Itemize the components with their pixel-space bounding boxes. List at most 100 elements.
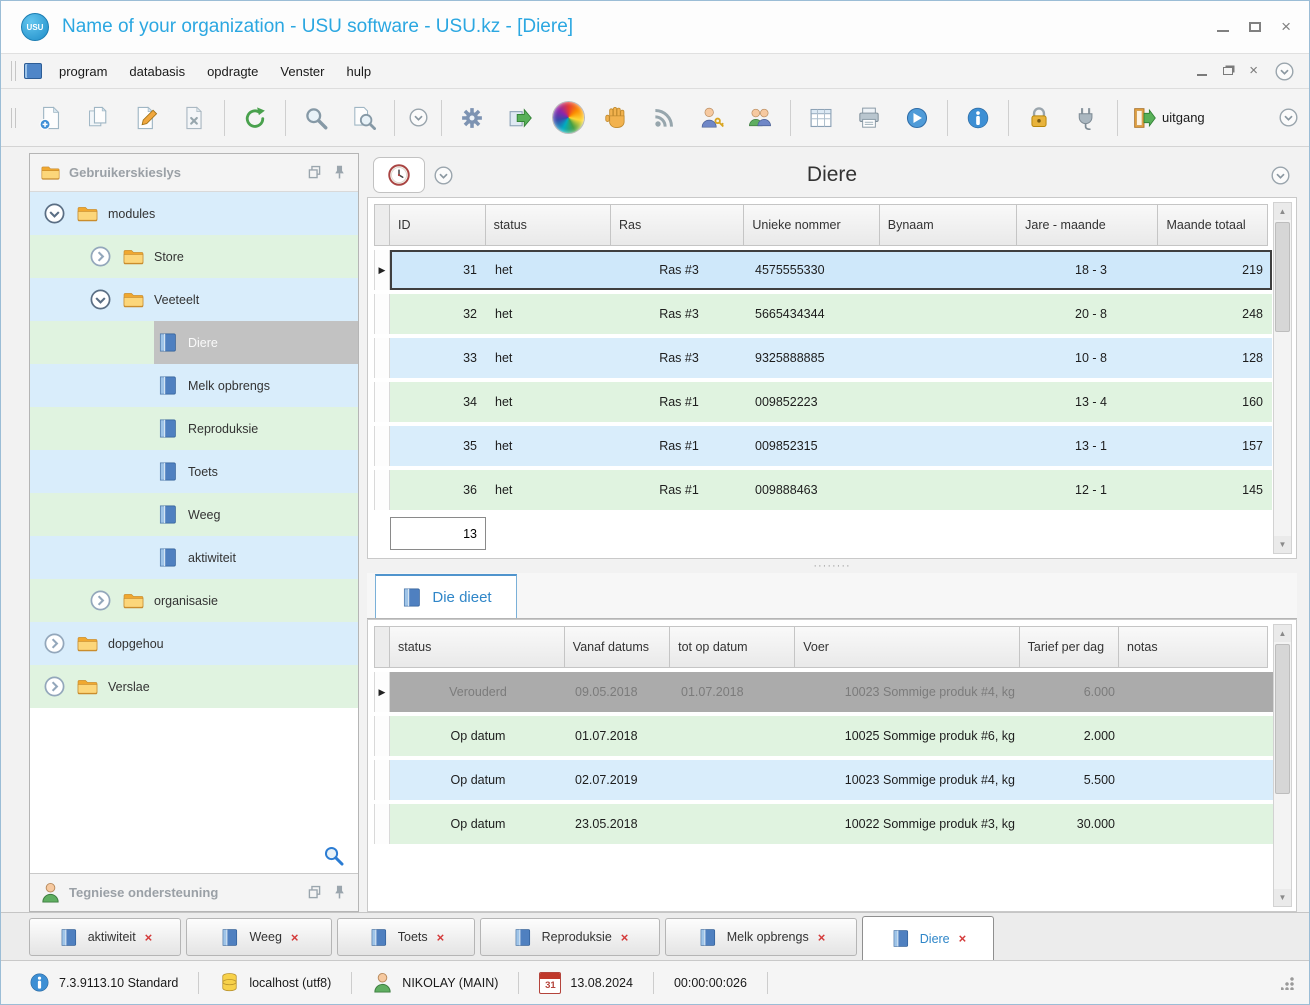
toolbar-chevron-circle-icon[interactable]: [1278, 107, 1299, 128]
search-icon[interactable]: [323, 845, 344, 866]
column-header-id[interactable]: ID: [390, 204, 486, 246]
scrollbar-thumb[interactable]: [1275, 222, 1290, 332]
float-panel-icon[interactable]: [306, 164, 323, 181]
close-tab-icon[interactable]: [291, 931, 299, 944]
float-panel-icon[interactable]: [306, 884, 323, 901]
time-tracking-button[interactable]: [373, 157, 425, 193]
table-grid-icon[interactable]: [799, 95, 843, 141]
expand-icon[interactable]: [42, 632, 66, 656]
tab-melk-opbrengs[interactable]: Melk opbrengs: [665, 918, 857, 956]
tree-item-dopgehou[interactable]: dopgehou: [30, 622, 358, 665]
window-menu-icon[interactable]: [24, 63, 42, 79]
column-header-status[interactable]: status: [390, 626, 565, 668]
panel-splitter[interactable]: [367, 559, 1297, 573]
tree-item-reproduksie[interactable]: Reproduksie: [30, 407, 358, 450]
pin-panel-icon[interactable]: [331, 164, 348, 181]
mdi-minimize-icon[interactable]: [1197, 74, 1208, 76]
column-header-tot-op-datum[interactable]: tot op datum: [670, 626, 796, 668]
column-header-maande-totaal[interactable]: Maande totaal: [1158, 204, 1268, 246]
close-tab-icon[interactable]: [818, 931, 826, 944]
table-row[interactable]: 32 het Ras #3 5665434344 20 - 8 248: [374, 294, 1272, 334]
mdi-close-icon[interactable]: [1249, 66, 1258, 76]
id-filter-input[interactable]: [390, 517, 486, 550]
connection-plug-icon[interactable]: [1065, 95, 1109, 141]
maximize-icon[interactable]: [1249, 21, 1262, 32]
column-header-notas[interactable]: notas: [1119, 626, 1268, 668]
menu-venster[interactable]: Venster: [269, 59, 335, 84]
column-header-unieke-nommer[interactable]: Unieke nommer: [744, 204, 880, 246]
minimize-icon[interactable]: [1217, 30, 1230, 32]
table-row[interactable]: 34 het Ras #1 009852223 13 - 4 160: [374, 382, 1272, 422]
tab-reproduksie[interactable]: Reproduksie: [480, 918, 660, 956]
menu-program[interactable]: program: [48, 59, 118, 84]
settings-gear-icon[interactable]: [450, 95, 494, 141]
scroll-up-icon[interactable]: [1274, 203, 1291, 220]
scroll-down-icon[interactable]: [1274, 889, 1291, 906]
close-icon[interactable]: [1281, 21, 1291, 32]
tab-diere[interactable]: Diere: [862, 916, 994, 960]
column-header-status[interactable]: status: [485, 204, 611, 246]
information-icon[interactable]: [956, 95, 1000, 141]
table-row[interactable]: 35 het Ras #1 009852315 13 - 1 157: [374, 426, 1272, 466]
tree-item-aktiwiteit[interactable]: aktiwiteit: [30, 536, 358, 579]
collapse-icon[interactable]: [42, 202, 66, 226]
copy-record-icon[interactable]: [76, 95, 120, 141]
expand-icon[interactable]: [88, 589, 112, 613]
table-row[interactable]: 31 het Ras #3 4575555330 18 - 3 219: [374, 250, 1272, 290]
tree-item-weeg[interactable]: Weeg: [30, 493, 358, 536]
menu-databasis[interactable]: databasis: [118, 59, 196, 84]
tab-weeg[interactable]: Weeg: [186, 918, 332, 956]
chevron-circle-icon[interactable]: [1270, 165, 1291, 186]
exit-button[interactable]: uitgang: [1126, 106, 1211, 130]
close-tab-icon[interactable]: [437, 931, 445, 944]
go-forward-icon[interactable]: [895, 95, 939, 141]
tree-item-modules[interactable]: modules: [30, 192, 358, 235]
menu-hulp[interactable]: hulp: [336, 59, 383, 84]
table-row[interactable]: Op datum 23.05.2018 10022 Sommige produk…: [374, 804, 1274, 844]
chevron-circle-icon[interactable]: [433, 165, 454, 186]
collapse-icon[interactable]: [88, 288, 112, 312]
tab-toets[interactable]: Toets: [337, 918, 475, 956]
scroll-up-icon[interactable]: [1274, 625, 1291, 642]
edit-record-icon[interactable]: [124, 95, 168, 141]
color-wheel-icon[interactable]: [546, 95, 590, 141]
column-header-vanaf-datums[interactable]: Vanaf datums: [564, 626, 671, 668]
table-row[interactable]: 36 het Ras #1 009888463 12 - 1 145: [374, 470, 1272, 510]
toolbar-grip[interactable]: [11, 61, 16, 81]
user-groups-icon[interactable]: [738, 95, 782, 141]
tree-item-organisasie[interactable]: organisasie: [30, 579, 358, 622]
print-icon[interactable]: [847, 95, 891, 141]
scroll-down-icon[interactable]: [1274, 536, 1291, 553]
tab-aktiwiteit[interactable]: aktiwiteit: [29, 918, 181, 956]
tab-die-dieet[interactable]: Die dieet: [375, 574, 517, 618]
support-panel-header[interactable]: Tegniese ondersteuning: [30, 873, 358, 911]
tree-item-melk-opbrengs[interactable]: Melk opbrengs: [30, 364, 358, 407]
table-row[interactable]: 33 het Ras #3 9325888885 10 - 8 128: [374, 338, 1272, 378]
resize-grip-icon[interactable]: [1281, 975, 1295, 990]
close-tab-icon[interactable]: [621, 931, 629, 944]
menu-opdragte[interactable]: opdragte: [196, 59, 269, 84]
refresh-icon[interactable]: [233, 95, 277, 141]
pin-panel-icon[interactable]: [331, 884, 348, 901]
table-row[interactable]: Op datum 01.07.2018 10025 Sommige produk…: [374, 716, 1274, 756]
scrollbar-thumb[interactable]: [1275, 644, 1290, 794]
tree-item-toets[interactable]: Toets: [30, 450, 358, 493]
chevron-circle-icon[interactable]: [403, 95, 433, 141]
table-row[interactable]: Verouderd 09.05.2018 01.07.2018 10023 So…: [374, 672, 1274, 712]
import-export-icon[interactable]: [498, 95, 542, 141]
search-in-document-icon[interactable]: [342, 95, 386, 141]
hand-tool-icon[interactable]: [594, 95, 638, 141]
column-header-bynaam[interactable]: Bynaam: [879, 204, 1018, 246]
tree-item-veeteelt[interactable]: Veeteelt: [30, 278, 358, 321]
close-tab-icon[interactable]: [145, 931, 153, 944]
column-header-ras[interactable]: Ras: [611, 204, 745, 246]
tree-item-diere[interactable]: Diere: [30, 321, 358, 364]
tree-item-store[interactable]: Store: [30, 235, 358, 278]
table-row[interactable]: Op datum 02.07.2019 10023 Sommige produk…: [374, 760, 1274, 800]
vertical-scrollbar[interactable]: [1273, 202, 1292, 554]
user-permissions-icon[interactable]: [690, 95, 734, 141]
vertical-scrollbar[interactable]: [1273, 624, 1292, 907]
expand-icon[interactable]: [42, 675, 66, 699]
expand-icon[interactable]: [88, 245, 112, 269]
column-header-jare-maande[interactable]: Jare - maande: [1017, 204, 1159, 246]
